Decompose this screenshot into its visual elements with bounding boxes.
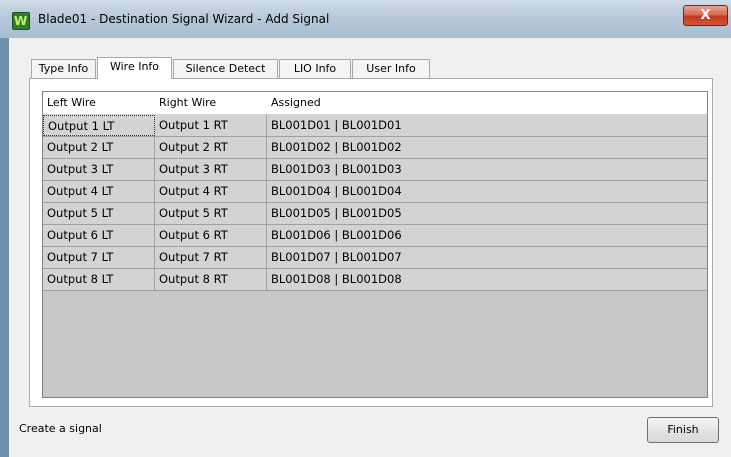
left-wire-cell[interactable]: Output 7 LT [43,247,155,268]
table-row[interactable]: Output 6 LT Output 6 RT BL001D06 | BL001… [43,225,707,247]
table-row[interactable]: Output 7 LT Output 7 RT BL001D07 | BL001… [43,247,707,269]
table-row[interactable]: Output 8 LT Output 8 RT BL001D08 | BL001… [43,269,707,291]
assigned-cell[interactable]: BL001D02 | BL001D02 [267,137,707,158]
right-wire-cell[interactable]: Output 2 RT [155,137,267,158]
assigned-cell[interactable]: BL001D03 | BL001D03 [267,159,707,180]
right-wire-cell[interactable]: Output 1 RT [155,115,267,136]
wire-table[interactable]: Left Wire Right Wire Assigned Output 1 L… [42,91,708,398]
column-header-left-wire[interactable]: Left Wire [43,92,155,114]
assigned-cell[interactable]: BL001D05 | BL001D05 [267,203,707,224]
assigned-cell[interactable]: BL001D08 | BL001D08 [267,269,707,290]
tab-type-info[interactable]: Type Info [31,59,96,78]
column-header-assigned[interactable]: Assigned [267,92,707,114]
left-wire-cell[interactable]: Output 5 LT [43,203,155,224]
left-wire-cell[interactable]: Output 8 LT [43,269,155,290]
right-wire-cell[interactable]: Output 6 RT [155,225,267,246]
window-title: Blade01 - Destination Signal Wizard - Ad… [38,12,330,26]
tab-wire-info[interactable]: Wire Info [97,57,172,79]
wizard-window: Blade01 - Destination Signal Wizard - Ad… [0,0,731,457]
assigned-cell[interactable]: BL001D06 | BL001D06 [267,225,707,246]
dialog-body: Type Info Wire Info Silence Detect LIO I… [8,38,731,457]
tab-user-info[interactable]: User Info [352,59,430,78]
wire-info-panel: Left Wire Right Wire Assigned Output 1 L… [29,78,713,407]
table-row[interactable]: Output 4 LT Output 4 RT BL001D04 | BL001… [43,181,707,203]
table-row[interactable]: Output 5 LT Output 5 RT BL001D05 | BL001… [43,203,707,225]
table-row[interactable]: Output 2 LT Output 2 RT BL001D02 | BL001… [43,137,707,159]
assigned-cell[interactable]: BL001D01 | BL001D01 [267,115,707,136]
right-wire-cell[interactable]: Output 8 RT [155,269,267,290]
app-logo-icon [12,12,30,30]
title-bar[interactable]: Blade01 - Destination Signal Wizard - Ad… [0,0,731,38]
left-wire-cell[interactable]: Output 6 LT [43,225,155,246]
right-wire-cell[interactable]: Output 7 RT [155,247,267,268]
left-wire-cell[interactable]: Output 3 LT [43,159,155,180]
tab-lio-info[interactable]: LIO Info [279,59,351,78]
table-row[interactable]: Output 1 LT Output 1 RT BL001D01 | BL001… [43,115,707,137]
finish-button[interactable]: Finish [647,417,719,443]
right-wire-cell[interactable]: Output 5 RT [155,203,267,224]
assigned-cell[interactable]: BL001D07 | BL001D07 [267,247,707,268]
left-wire-cell[interactable]: Output 1 LT [43,115,155,136]
table-row[interactable]: Output 3 LT Output 3 RT BL001D03 | BL001… [43,159,707,181]
right-wire-cell[interactable]: Output 3 RT [155,159,267,180]
left-wire-cell[interactable]: Output 2 LT [43,137,155,158]
right-wire-cell[interactable]: Output 4 RT [155,181,267,202]
column-header-right-wire[interactable]: Right Wire [155,92,267,114]
left-wire-cell[interactable]: Output 4 LT [43,181,155,202]
tab-silence-detect[interactable]: Silence Detect [173,59,278,78]
close-button[interactable]: X [683,5,728,26]
table-header: Left Wire Right Wire Assigned [43,92,707,115]
status-text: Create a signal [19,422,102,435]
assigned-cell[interactable]: BL001D04 | BL001D04 [267,181,707,202]
